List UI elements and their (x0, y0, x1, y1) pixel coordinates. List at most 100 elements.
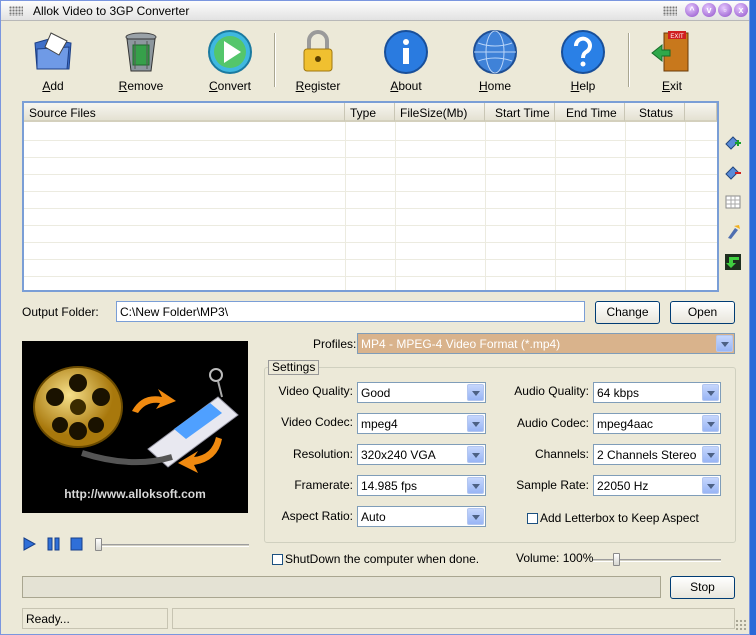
audio-quality-value: 64 kbps (597, 386, 640, 400)
stop-button[interactable]: Stop (670, 576, 735, 599)
channels-label: Channels: (534, 447, 589, 461)
info-icon (384, 30, 428, 74)
framerate-label: Framerate: (294, 478, 353, 492)
column-end-time[interactable]: End Time (555, 103, 625, 122)
profiles-select[interactable]: MP4 - MPEG-4 Video Format (*.mp4) (357, 333, 735, 354)
video-codec-label: Video Codec: (281, 415, 353, 429)
resize-grip-icon[interactable] (735, 619, 747, 631)
framerate-value: 14.985 fps (361, 479, 418, 493)
maximize-button[interactable]: ▫ (718, 3, 732, 17)
channels-select[interactable]: 2 Channels Stereo (593, 444, 721, 465)
chevron-down-icon[interactable] (702, 477, 719, 494)
chevron-down-icon[interactable] (702, 446, 719, 463)
stop-icon[interactable] (70, 537, 83, 551)
change-button-label: Change (606, 305, 649, 319)
about-button[interactable]: About (375, 29, 437, 93)
video-preview: http://www.alloksoft.com (22, 341, 248, 513)
chevron-down-icon[interactable] (702, 384, 719, 401)
output-folder-input[interactable]: C:\New Folder\MP3\ (116, 301, 585, 322)
seek-track[interactable] (97, 544, 249, 547)
sample-rate-label: Sample Rate: (516, 478, 589, 492)
table-row (24, 260, 717, 277)
exit-button[interactable]: EXIT Exit (641, 29, 703, 93)
column-filesize[interactable]: FileSize(Mb) (395, 103, 485, 122)
table-row (24, 141, 717, 158)
audio-codec-label: Audio Codec: (516, 416, 589, 430)
home-button[interactable]: Home (464, 29, 526, 93)
resolution-select[interactable]: 320x240 VGA (357, 444, 486, 465)
column-source-files[interactable]: Source Files (24, 103, 345, 122)
help-label: Help (570, 79, 596, 93)
help-button[interactable]: Help (552, 29, 614, 93)
chevron-down-icon[interactable] (467, 415, 484, 432)
edit-tools-icon[interactable] (725, 224, 741, 240)
resolution-value: 320x240 VGA (361, 448, 436, 462)
trash-can-icon (125, 32, 157, 72)
column-type[interactable]: Type (345, 103, 395, 122)
convert-button[interactable]: Convert (199, 29, 261, 93)
open-button-label: Open (687, 305, 718, 319)
table-row (24, 192, 717, 209)
rollup-button[interactable]: ^ (685, 3, 699, 17)
audio-codec-select[interactable]: mpeg4aac (593, 413, 721, 434)
remove-button[interactable]: Remove (110, 29, 172, 93)
clear-list-icon[interactable] (725, 194, 741, 210)
seek-slider-thumb[interactable] (95, 538, 102, 551)
video-quality-select[interactable]: Good (357, 382, 486, 403)
chevron-down-icon[interactable] (467, 446, 484, 463)
chevron-down-icon[interactable] (467, 508, 484, 525)
toolbar-separator-2 (628, 33, 630, 87)
add-file-icon[interactable] (725, 134, 741, 150)
output-folder-label: Output Folder: (22, 305, 99, 319)
padlock-icon (303, 30, 333, 72)
title-grip-right-icon (663, 6, 677, 16)
open-folder-button[interactable]: Open (670, 301, 735, 324)
volume-label: Volume: 100% (516, 551, 594, 565)
title-bar[interactable]: Allok Video to 3GP Converter ^ v ▫ x (1, 1, 749, 21)
table-row (24, 175, 717, 192)
video-quality-value: Good (361, 386, 391, 400)
chevron-down-icon[interactable] (716, 335, 733, 352)
chevron-down-icon[interactable] (467, 384, 484, 401)
remove-file-icon[interactable] (725, 164, 741, 180)
audio-quality-select[interactable]: 64 kbps (593, 382, 721, 403)
aspect-ratio-value: Auto (361, 510, 386, 524)
shutdown-checkbox[interactable] (272, 554, 283, 565)
convert-label: Convert (208, 79, 252, 93)
table-row (24, 243, 717, 260)
conversion-progress-bar (22, 576, 661, 598)
resolution-label: Resolution: (292, 447, 353, 461)
add-button[interactable]: Add (22, 29, 84, 93)
aspect-ratio-label: Aspect Ratio: (281, 509, 353, 523)
minimize-button[interactable]: v (702, 3, 716, 17)
video-codec-select[interactable]: mpeg4 (357, 413, 486, 434)
chevron-down-icon[interactable] (467, 477, 484, 494)
column-start-time[interactable]: Start Time (485, 103, 555, 122)
add-folder-icon (34, 32, 72, 70)
settings-title: Settings (268, 360, 320, 375)
channels-value: 2 Channels Stereo (597, 448, 697, 462)
change-folder-button[interactable]: Change (595, 301, 660, 324)
undo-arrow-icon[interactable] (725, 254, 741, 270)
play-icon[interactable] (23, 537, 36, 551)
preview-url-text: http://www.alloksoft.com (64, 487, 206, 501)
table-row (24, 124, 717, 141)
close-button[interactable]: x (734, 3, 748, 17)
stop-button-label: Stop (690, 580, 715, 594)
letterbox-checkbox[interactable] (527, 513, 538, 524)
sample-rate-select[interactable]: 22050 Hz (593, 475, 721, 496)
source-files-list[interactable]: Source Files Type FileSize(Mb) Start Tim… (22, 101, 719, 292)
column-status[interactable]: Status (625, 103, 685, 122)
table-row (24, 158, 717, 175)
video-quality-label: Video Quality: (278, 384, 354, 398)
register-button[interactable]: Register (287, 29, 349, 93)
volume-slider-thumb[interactable] (613, 553, 620, 566)
play-convert-icon (208, 30, 252, 74)
pause-icon[interactable] (47, 537, 60, 551)
profiles-value: MP4 - MPEG-4 Video Format (*.mp4) (361, 337, 561, 351)
framerate-select[interactable]: 14.985 fps (357, 475, 486, 496)
chevron-down-icon[interactable] (702, 415, 719, 432)
globe-icon (473, 30, 517, 74)
register-label: Register (295, 79, 341, 93)
aspect-ratio-select[interactable]: Auto (357, 506, 486, 527)
